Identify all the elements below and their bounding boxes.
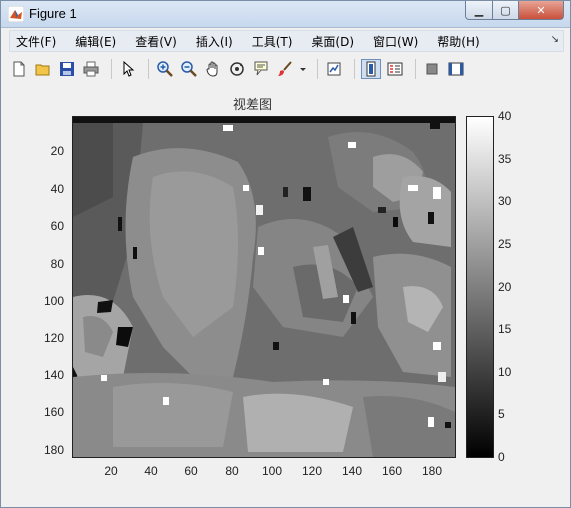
hide-plot-tools-icon — [426, 63, 438, 75]
y-tick-label: 60 — [50, 219, 64, 233]
colorbar-tick-label: 35 — [498, 152, 512, 166]
pointer-icon — [123, 61, 135, 77]
chevron-down-icon — [300, 68, 306, 71]
pan-button[interactable] — [203, 59, 223, 79]
close-icon: ✕ — [536, 3, 546, 17]
menu-window[interactable]: 窗口(W) — [373, 33, 418, 50]
title-bar[interactable]: Figure 1 ▁ ▢ ✕ — [1, 1, 570, 28]
toolbar-separator — [111, 59, 112, 79]
toolbar — [9, 55, 564, 83]
zoom-out-button[interactable] — [179, 59, 199, 79]
pointer-button[interactable] — [118, 59, 138, 79]
save-button[interactable] — [57, 59, 77, 79]
pan-icon — [206, 61, 218, 77]
minimize-icon: ▁ — [474, 3, 484, 17]
brush-dropdown[interactable] — [299, 59, 307, 79]
x-tick-label: 60 — [184, 464, 198, 478]
colorbar-tick-label: 15 — [498, 322, 512, 336]
x-tick-label: 100 — [261, 464, 283, 478]
figure-window: Figure 1 ▁ ▢ ✕ 文件(F) 编辑(E) 查看(V) 插入(I) 工… — [0, 0, 571, 508]
disparity-image[interactable] — [72, 116, 456, 458]
x-tick-label: 80 — [225, 464, 239, 478]
toolbar-separator — [415, 59, 416, 79]
plot-title: 视差图 — [233, 98, 273, 113]
x-tick-label: 40 — [144, 464, 158, 478]
colorbar-tick-label: 5 — [498, 407, 505, 421]
x-tick-label: 20 — [104, 464, 118, 478]
new-figure-button[interactable] — [9, 59, 29, 79]
colorbar-tick-label: 10 — [498, 365, 512, 379]
legend-button[interactable] — [385, 59, 405, 79]
y-tick-label: 180 — [43, 443, 64, 457]
print-icon — [83, 61, 99, 77]
y-tick-label: 20 — [50, 144, 64, 158]
menu-view[interactable]: 查看(V) — [135, 33, 177, 50]
zoom-in-button[interactable] — [155, 59, 175, 79]
y-tick-label: 80 — [50, 257, 64, 271]
open-file-icon — [35, 64, 50, 76]
maximize-button[interactable]: ▢ — [493, 1, 519, 20]
colorbar-tick-label: 20 — [498, 280, 512, 294]
y-tick-label: 160 — [43, 405, 64, 419]
rotate-3d-icon — [230, 62, 244, 76]
toolbar-separator — [148, 59, 149, 79]
brush-button[interactable] — [275, 59, 295, 79]
hide-plot-tools-button[interactable] — [422, 59, 442, 79]
rotate-3d-button[interactable] — [227, 59, 247, 79]
link-plot-button[interactable] — [324, 59, 344, 79]
open-file-button[interactable] — [33, 59, 53, 79]
x-tick-label: 120 — [301, 464, 323, 478]
matlab-logo-icon — [8, 6, 24, 22]
close-button[interactable]: ✕ — [519, 1, 564, 20]
y-tick-label: 140 — [43, 368, 64, 382]
y-tick-label: 40 — [50, 182, 64, 196]
y-tick-label: 120 — [43, 331, 64, 345]
colorbar-tick-label: 30 — [498, 194, 512, 208]
new-figure-icon — [13, 61, 25, 77]
colorbar-button[interactable] — [361, 59, 381, 79]
menu-pin-icon[interactable]: ↘ — [551, 34, 559, 45]
menu-bar: 文件(F) 编辑(E) 查看(V) 插入(I) 工具(T) 桌面(D) 窗口(W… — [9, 30, 564, 52]
show-plot-tools-icon — [448, 62, 464, 76]
y-tick-label: 100 — [43, 294, 64, 308]
data-cursor-icon — [254, 61, 268, 76]
colorbar-tick-label: 40 — [498, 109, 512, 123]
toolbar-separator — [317, 59, 318, 79]
colorbar-tick-label: 25 — [498, 237, 512, 251]
menu-insert[interactable]: 插入(I) — [196, 33, 233, 50]
maximize-icon: ▢ — [500, 3, 511, 17]
menu-desktop[interactable]: 桌面(D) — [311, 33, 354, 50]
menu-edit[interactable]: 编辑(E) — [75, 33, 116, 50]
zoom-in-icon — [157, 61, 173, 77]
disparity-image-content — [73, 117, 455, 457]
print-button[interactable] — [81, 59, 101, 79]
colorbar[interactable] — [466, 116, 494, 458]
x-tick-label: 180 — [421, 464, 443, 478]
brush-icon — [278, 61, 292, 76]
link-plot-icon — [327, 62, 341, 76]
colorbar-tick-label: 0 — [498, 450, 505, 464]
menu-help[interactable]: 帮助(H) — [437, 33, 479, 50]
x-tick-label: 160 — [381, 464, 403, 478]
x-tick-label: 140 — [341, 464, 363, 478]
menu-tools[interactable]: 工具(T) — [252, 33, 293, 50]
data-cursor-button[interactable] — [251, 59, 271, 79]
window-title: Figure 1 — [29, 6, 77, 21]
menu-file[interactable]: 文件(F) — [16, 33, 56, 50]
toolbar-separator — [354, 59, 355, 79]
zoom-out-icon — [181, 61, 197, 77]
legend-icon — [387, 62, 403, 76]
colorbar-icon — [366, 61, 376, 77]
save-icon — [60, 62, 74, 76]
minimize-button[interactable]: ▁ — [465, 1, 493, 20]
show-plot-tools-button[interactable] — [446, 59, 466, 79]
